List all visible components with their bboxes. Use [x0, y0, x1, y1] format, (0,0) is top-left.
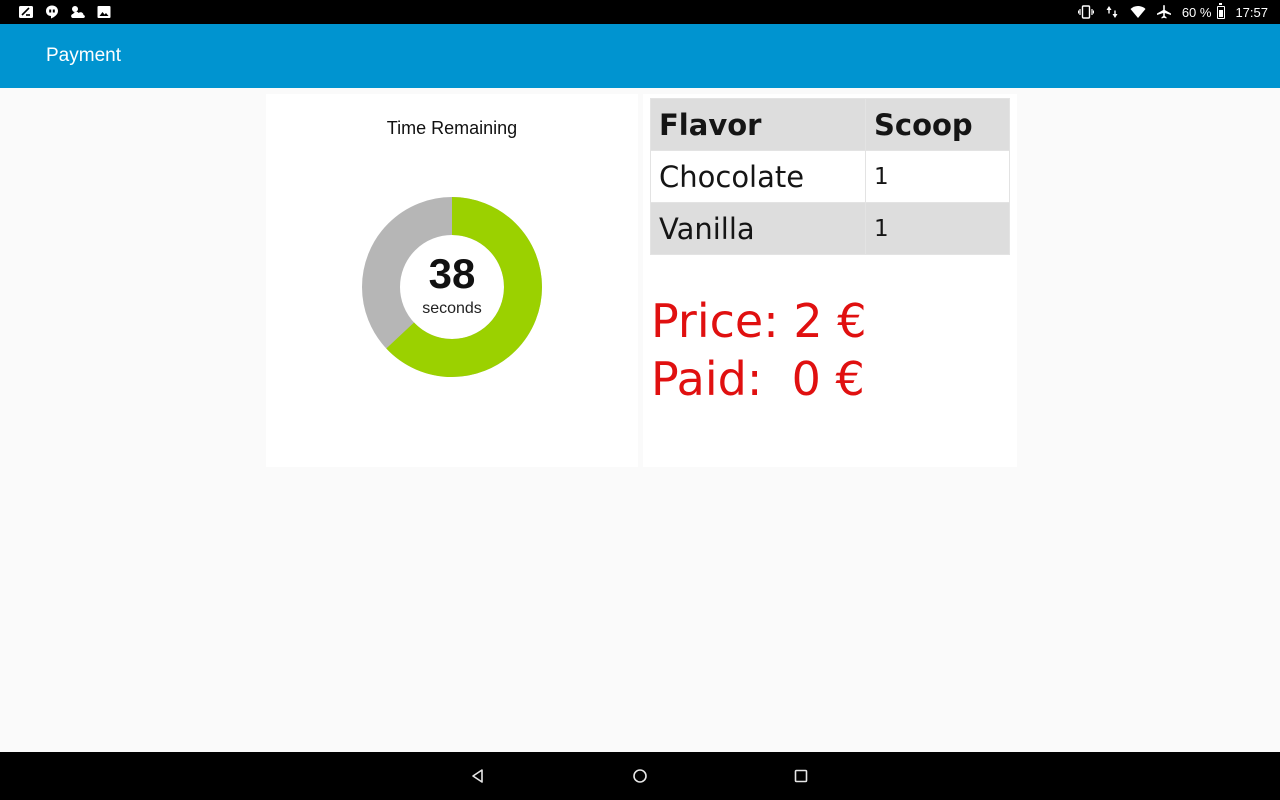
weather-icon — [70, 5, 86, 19]
data-arrows-icon — [1104, 5, 1120, 19]
status-bar: 60 % 17:57 — [0, 0, 1280, 24]
flavor-header: Flavor — [650, 98, 866, 151]
table-row: Vanilla 1 — [650, 202, 1010, 255]
paid-text: Paid: 0 € — [651, 352, 865, 406]
timer-title: Time Remaining — [386, 118, 518, 138]
countdown-unit: seconds — [422, 300, 482, 317]
countdown-value: 38 — [428, 250, 476, 297]
table-row: Chocolate 1 — [650, 150, 1010, 203]
back-icon — [469, 767, 487, 785]
recents-icon — [792, 767, 810, 785]
timer-card: Time Remaining 38 seconds — [266, 94, 638, 467]
system-status: 60 % 17:57 — [1077, 2, 1268, 20]
scoop-cell: 1 — [865, 202, 1010, 255]
home-button[interactable] — [628, 764, 652, 788]
gallery-icon — [96, 5, 112, 19]
page-title: Payment — [46, 45, 121, 66]
clock: 17:57 — [1235, 4, 1268, 20]
battery-percent: 60 % — [1181, 4, 1212, 20]
order-card: Flavor Scoop Chocolate 1 Vanilla 1 Price… — [643, 94, 1017, 467]
flavor-cell: Vanilla — [650, 202, 866, 255]
vibrate-icon — [1077, 5, 1094, 19]
flavor-cell: Chocolate — [650, 150, 866, 203]
scoop-cell: 1 — [865, 150, 1010, 203]
airplane-mode-icon — [1156, 5, 1172, 19]
navigation-bar — [0, 752, 1280, 800]
scoop-header: Scoop — [865, 98, 1010, 151]
table-header-row: Flavor Scoop — [650, 98, 1010, 151]
app-bar: Payment — [0, 24, 1280, 88]
price-text: Price: 2 € — [651, 294, 867, 348]
notification-icons — [18, 5, 112, 19]
back-button[interactable] — [466, 764, 490, 788]
hangouts-icon — [44, 5, 60, 19]
recents-button[interactable] — [789, 764, 813, 788]
home-icon — [631, 767, 649, 785]
wifi-icon — [1130, 5, 1146, 19]
screenshot-icon — [18, 5, 34, 19]
battery-icon — [1217, 2, 1226, 19]
order-table: Flavor Scoop Chocolate 1 Vanilla 1 — [650, 98, 1010, 255]
